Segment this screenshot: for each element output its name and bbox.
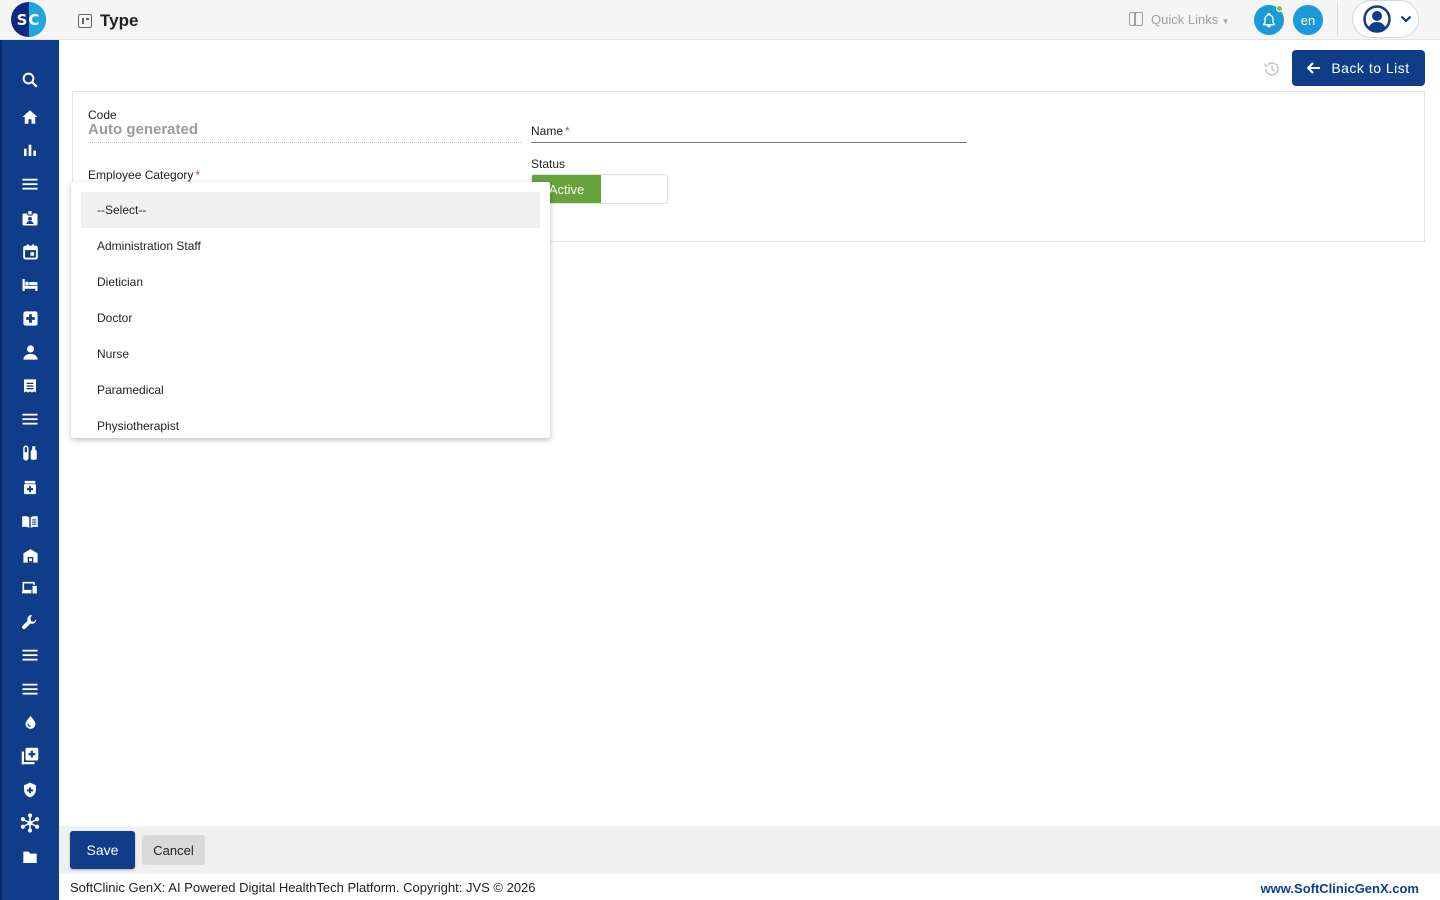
dropdown-option[interactable]: Nurse (81, 336, 540, 372)
receipt-icon (24, 379, 36, 393)
caret-down-icon: ▾ (1223, 15, 1228, 26)
code-field-underline (88, 142, 521, 143)
user-menu-button[interactable] (1352, 0, 1419, 38)
sidebar-item-menu-3[interactable] (19, 644, 41, 666)
user-avatar-icon (1363, 5, 1391, 33)
footer: SoftClinic GenX: AI Powered Digital Heal… (59, 874, 1440, 900)
id-badge-icon (22, 209, 38, 226)
dropdown-option[interactable]: Dietician (81, 264, 540, 300)
wrench-icon (22, 614, 37, 630)
network-icon (20, 813, 40, 833)
sidebar-item-lab[interactable] (19, 442, 41, 464)
sidebar-item-calendar[interactable] (19, 240, 41, 262)
sidebar-item-home[interactable] (19, 106, 41, 128)
dropdown-option[interactable]: --Select-- (81, 192, 540, 228)
dropdown-option[interactable]: Administration Staff (81, 228, 540, 264)
menu-icon (22, 649, 38, 661)
book-icon (22, 515, 38, 528)
sidebar-item-pharmacy[interactable] (19, 476, 41, 498)
page-icon (78, 14, 92, 28)
sidebar-item-ward[interactable] (19, 274, 41, 296)
medical-cross-icon (22, 310, 38, 326)
app-logo[interactable]: SC (11, 2, 46, 37)
sidebar-item-devices[interactable] (19, 577, 41, 599)
menu-icon (22, 683, 38, 695)
folder-icon (23, 851, 37, 863)
bell-icon (1263, 13, 1275, 28)
employee-category-label: Employee Category * (88, 168, 201, 182)
back-to-list-button[interactable]: Back to List (1292, 50, 1425, 86)
lab-tubes-icon (23, 445, 37, 461)
code-label: Code (88, 108, 117, 122)
sidebar-item-tools[interactable] (19, 611, 41, 633)
sidebar-item-network[interactable] (19, 812, 41, 834)
sidebar-item-add-records[interactable] (19, 745, 41, 767)
header-divider (1337, 2, 1338, 36)
devices-icon (22, 581, 38, 595)
sidebar-item-blood-bank[interactable] (19, 711, 41, 733)
required-mark: * (195, 168, 201, 182)
person-icon (22, 344, 38, 360)
pill-bottle-icon (24, 480, 36, 494)
notifications-button[interactable] (1254, 5, 1284, 35)
notification-dot (1276, 5, 1283, 12)
menu-icon (22, 413, 38, 425)
blood-drop-icon (25, 715, 35, 729)
sidebar-item-staff[interactable] (19, 207, 41, 229)
building-icon (22, 548, 38, 563)
shield-icon (24, 782, 36, 798)
chevron-down-icon (1400, 15, 1412, 23)
action-bar (59, 826, 1440, 874)
footer-website-link[interactable]: www.SoftClinicGenX.com (1261, 881, 1419, 896)
sidebar-item-library[interactable] (19, 510, 41, 532)
bar-chart-icon (24, 144, 36, 156)
sidebar-item-reports[interactable] (19, 139, 41, 161)
sidebar-item-insurance[interactable] (19, 779, 41, 801)
history-icon[interactable] (1263, 60, 1281, 78)
required-mark: * (565, 124, 570, 138)
dropdown-option[interactable]: Physiotherapist (81, 408, 540, 438)
language-button[interactable]: en (1293, 5, 1323, 35)
save-button[interactable]: Save (70, 831, 135, 869)
menu-icon (22, 178, 38, 190)
sidebar-item-store[interactable] (19, 544, 41, 566)
home-icon (22, 110, 38, 124)
dropdown-option[interactable]: Doctor (81, 300, 540, 336)
sidebar-item-menu-4[interactable] (19, 678, 41, 700)
quick-links-menu[interactable]: Quick Links ▾ (1129, 9, 1228, 29)
sidebar (0, 40, 59, 900)
sidebar-item-menu-2[interactable] (19, 408, 41, 430)
sidebar-item-search[interactable] (19, 69, 41, 91)
name-input[interactable] (531, 142, 967, 143)
gift-icon (1129, 12, 1143, 26)
top-bar: SC Type Quick Links ▾ en (0, 0, 1440, 40)
code-field: Auto generated (88, 121, 199, 138)
quick-links-label: Quick Links (1151, 11, 1219, 27)
dropdown-option[interactable]: Paramedical (81, 372, 540, 408)
sidebar-item-clinical[interactable] (19, 307, 41, 329)
search-icon (22, 72, 38, 88)
calendar-icon (22, 243, 38, 260)
back-to-list-label: Back to List (1331, 60, 1410, 76)
footer-copyright: SoftClinic GenX: AI Powered Digital Heal… (70, 880, 536, 895)
employee-category-dropdown: --Select-- Administration Staff Dieticia… (71, 182, 550, 438)
status-toggle[interactable]: Active (531, 174, 668, 204)
arrow-left-icon (1307, 62, 1321, 74)
sidebar-item-menu-1[interactable] (19, 173, 41, 195)
cancel-button[interactable]: Cancel (142, 835, 205, 865)
page-title: Type (100, 11, 139, 30)
bed-icon (22, 279, 38, 291)
sidebar-item-billing[interactable] (19, 375, 41, 397)
name-label: Name * (531, 124, 570, 138)
sidebar-item-patient[interactable] (19, 341, 41, 363)
sidebar-item-files[interactable] (19, 846, 41, 868)
add-library-icon (21, 747, 39, 765)
status-label: Status (531, 157, 566, 171)
